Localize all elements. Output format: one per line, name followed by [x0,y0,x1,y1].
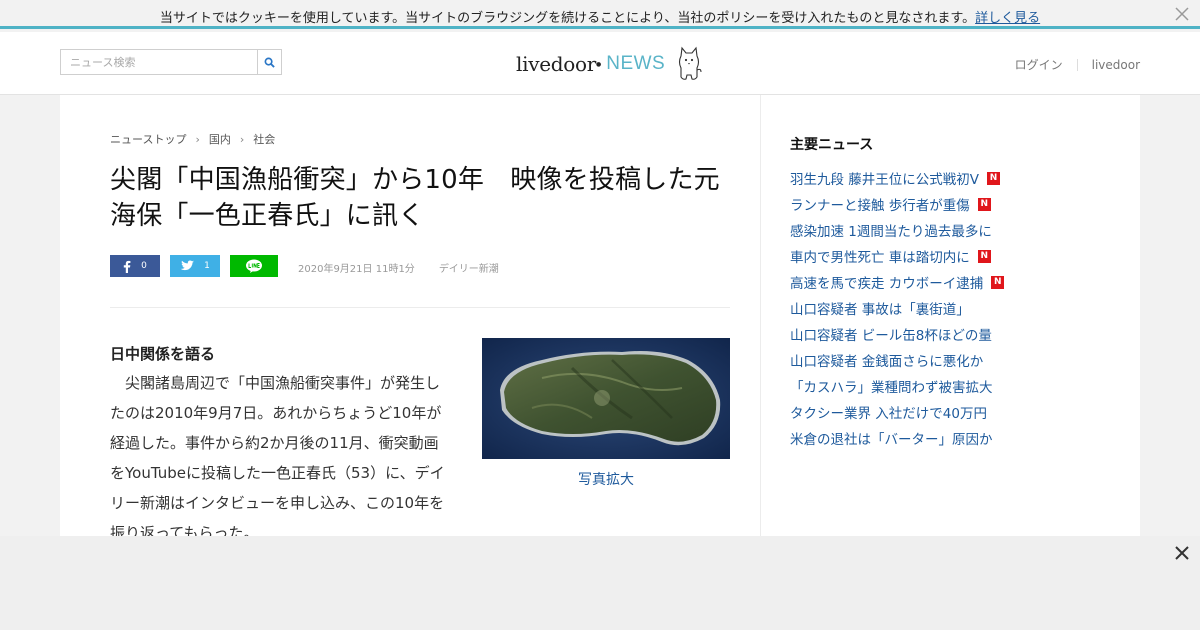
news-list-item[interactable]: 車内で男性死亡 車は踏切内に N [790,243,1004,269]
ad-banner [0,536,1200,630]
logo-news: NEWS [606,53,666,74]
news-list-item[interactable]: 「カスハラ」業種問わず被害拡大 [790,373,1004,399]
cookie-banner-text: 当サイトではクッキーを使用しています。当サイトのブラウジングを続けることにより、… [159,11,976,26]
article-body: 尖閣諸島周辺で「中国漁船衝突事件」が発生したのは2010年9月7日。あれからちょ… [110,374,445,542]
line-icon [246,259,262,273]
breadcrumb-item-society[interactable]: 社会 [253,131,275,147]
news-headline-link[interactable]: 山口容疑者 事故は「裏街道」 [790,298,970,318]
news-headline-link[interactable]: 山口容疑者 金銭面さらに悪化か [790,350,983,370]
news-headline-link[interactable]: 「カスハラ」業種問わず被害拡大 [790,376,993,396]
news-headline-link[interactable]: 車内で男性死亡 車は踏切内に [790,246,970,266]
site-logo[interactable]: livedoor ● NEWS [516,44,703,84]
news-list-item[interactable]: ランナーと接触 歩行者が重傷 N [790,191,1004,217]
news-list-item[interactable]: 羽生九段 藤井王位に公式戦初V N [790,165,1004,191]
news-list-item[interactable]: 山口容疑者 金銭面さらに悪化か [790,347,1004,373]
news-headline-link[interactable]: 高速を馬で疾走 カウボーイ逮捕 [790,272,983,292]
livedoor-link[interactable]: livedoor [1092,58,1140,72]
sidebar-heading: 主要ニュース [790,137,874,153]
share-buttons: 0 1 [110,255,288,277]
news-list-item[interactable]: 山口容疑者 ビール缶8杯ほどの量 [790,321,1004,347]
new-badge: N [977,197,991,211]
news-list-item[interactable]: タクシー業界 入社だけで40万円 [790,399,1004,425]
article-title: 尖閣「中国漁船衝突」から10年 映像を投稿した元海保「一色正春氏」に訊く [110,165,720,231]
news-list-item[interactable]: 感染加速 1週間当たり過去最多に [790,217,1004,243]
logo-trademark-dot: ● [595,60,602,68]
article-date: 2020年9月21日 11時1分 [298,264,415,275]
facebook-share-count: 0 [141,261,147,271]
search-button[interactable] [257,50,281,74]
news-headline-link[interactable]: タクシー業界 入社だけで40万円 [790,402,987,422]
article-photo[interactable] [482,338,730,459]
article-lead: 日中関係を語る [110,345,216,363]
chevron-right-icon: › [239,132,245,146]
nav-divider [1076,58,1078,71]
article-source[interactable]: デイリー新潮 [439,260,499,275]
facebook-icon [123,260,131,273]
site-header: livedoor● NEWS ログイン livedoor [0,32,1200,95]
line-share-button[interactable] [230,255,278,277]
search-icon [264,57,275,68]
top-news-list: 羽生九段 藤井王位に公式戦初V N ランナーと接触 歩行者が重傷 N 感染加速 1週間当… [790,165,1005,451]
search-input[interactable] [61,50,258,74]
news-headline-link[interactable]: 感染加速 1週間当たり過去最多に [790,220,992,240]
breadcrumb: ニューストップ › 国内 › 社会 [110,131,275,147]
news-headline-link[interactable]: ランナーと接触 歩行者が重傷 [790,194,970,214]
news-headline-link[interactable]: 山口容疑者 ビール缶8杯ほどの量 [790,324,992,344]
search-box [60,49,282,75]
breadcrumb-item-news-top[interactable]: ニューストップ [110,131,186,147]
close-icon[interactable] [1174,6,1190,22]
close-icon[interactable] [1174,545,1190,561]
cookie-banner: 当サイトではクッキーを使用しています。当サイトのブラウジングを続けることにより、… [0,0,1200,29]
news-headline-link[interactable]: 羽生九段 藤井王位に公式戦初V [790,168,979,188]
article-meta: 2020年9月21日 11時1分 デイリー新潮 [298,260,499,275]
new-badge: N [991,275,1005,289]
news-headline-link[interactable]: 米倉の退社は「バーター」原因か [790,428,993,448]
dog-mascot-icon [679,46,702,80]
divider [110,307,730,308]
twitter-share-count: 1 [204,261,210,271]
logo-livedoor: livedoor [516,52,596,76]
chevron-right-icon: › [195,132,200,146]
twitter-icon [180,260,195,271]
news-list-item[interactable]: 山口容疑者 事故は「裏街道」 [790,295,1004,321]
new-badge: N [977,249,991,263]
header-nav: ログイン livedoor [1015,56,1140,73]
breadcrumb-item-domestic[interactable]: 国内 [209,131,231,147]
photo-enlarge-link[interactable]: 写真拡大 [482,469,730,489]
news-list-item[interactable]: 高速を馬で疾走 カウボーイ逮捕 N [790,269,1005,295]
news-list-item[interactable]: 米倉の退社は「バーター」原因か [790,425,1004,451]
login-link[interactable]: ログイン [1015,56,1063,73]
facebook-share-button[interactable]: 0 [110,255,160,277]
cookie-details-link[interactable]: 詳しく見る [975,11,1040,26]
twitter-share-button[interactable]: 1 [170,255,220,277]
new-badge: N [987,171,1001,185]
